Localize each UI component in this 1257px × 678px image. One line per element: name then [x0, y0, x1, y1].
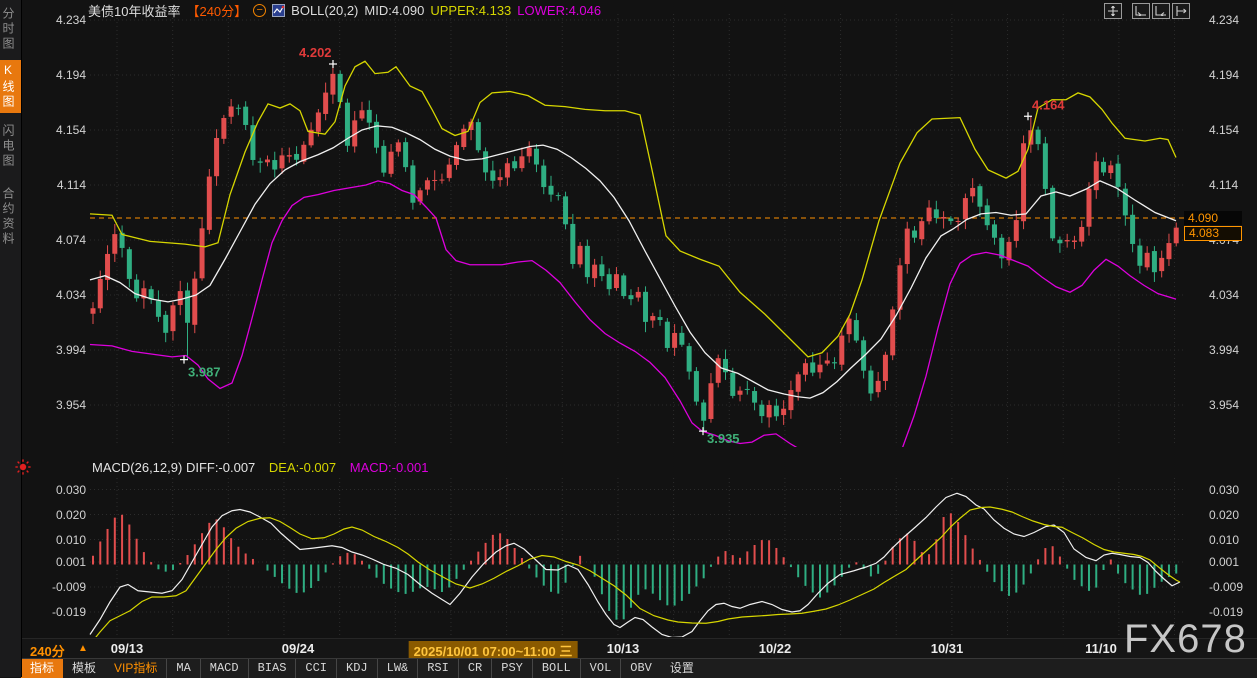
candlestick-layer — [91, 64, 1179, 431]
boll-label: BOLL(20,2) — [291, 3, 358, 18]
boll-lower-value: LOWER:4.046 — [517, 3, 601, 18]
annotation-layer: 4.202 3.987 4.164 3.935 — [180, 45, 1065, 446]
alert-icon[interactable] — [14, 458, 32, 476]
date-tick-label: 09/24 — [282, 641, 315, 656]
price-axis-label: 4.034 — [1209, 288, 1257, 302]
bollinger-upper-line — [90, 61, 1176, 357]
price-axis-label: 3.954 — [30, 398, 86, 412]
macd-axis-label: 0.020 — [1209, 508, 1257, 522]
grid-lines — [90, 14, 1184, 636]
price-axis-label: 3.994 — [1209, 343, 1257, 357]
toolbar-button-BIAS[interactable]: BIAS — [248, 659, 296, 678]
toolbar-button-BOLL[interactable]: BOLL — [532, 659, 580, 678]
price-axis-label: 4.114 — [1209, 178, 1257, 192]
toolbar-button-PSY[interactable]: PSY — [491, 659, 532, 678]
toolbar-button-MACD[interactable]: MACD — [200, 659, 248, 678]
price-axis-label: 4.114 — [30, 178, 86, 192]
toolbar-button-指标[interactable]: 指标 — [21, 659, 63, 678]
macd-axis-label: 0.020 — [30, 508, 86, 522]
macd-axis-label: 0.030 — [30, 483, 86, 497]
price-axis-label: 4.154 — [30, 123, 86, 137]
macd-axis-label: 0.010 — [30, 533, 86, 547]
macd-axis-label: 0.030 — [1209, 483, 1257, 497]
date-tick-label: 11/10 — [1085, 641, 1117, 656]
svg-text:4.202: 4.202 — [299, 45, 332, 60]
price-axis-label: 4.234 — [30, 13, 86, 27]
toolbar-button-CCI[interactable]: CCI — [295, 659, 336, 678]
svg-text:4.164: 4.164 — [1032, 97, 1065, 112]
chart-tool-icons — [1104, 3, 1190, 19]
chart-thumbnail-icon[interactable] — [272, 4, 285, 17]
axis-scale-right-icon[interactable] — [1152, 3, 1170, 19]
price-axis-label: 4.074 — [30, 233, 86, 247]
bollinger-lower-line — [90, 181, 1176, 471]
pan-right-icon[interactable] — [1172, 3, 1190, 19]
macd-macd-value: MACD:-0.001 — [350, 460, 429, 475]
period-tag[interactable]: 【240分】 — [186, 1, 247, 20]
toolbar-button-RSI[interactable]: RSI — [417, 659, 458, 678]
macd-axis-label: 0.001 — [1209, 555, 1257, 569]
price-axis-label: 4.194 — [30, 68, 86, 82]
price-axis-label: 3.994 — [30, 343, 86, 357]
toolbar-button-KDJ[interactable]: KDJ — [336, 659, 377, 678]
watermark: FX678 — [1124, 617, 1247, 662]
toolbar-button-MA[interactable]: MA — [166, 659, 199, 678]
price-line-tag: 4.090 — [1184, 211, 1242, 225]
macd-axis-label: -0.009 — [30, 580, 86, 594]
sidebar-item-2[interactable]: K线图 — [0, 60, 21, 113]
macd-axis-label: -0.019 — [30, 605, 86, 619]
bollinger-bands-layer — [90, 61, 1176, 471]
macd-axis-label: -0.009 — [1209, 580, 1257, 594]
price-axis-label: 3.954 — [1209, 398, 1257, 412]
minus-circle-icon[interactable]: − — [253, 4, 266, 17]
toolbar-button-CR[interactable]: CR — [458, 659, 491, 678]
crosshair-icon[interactable] — [1104, 3, 1122, 19]
toolbar-button-VOL[interactable]: VOL — [580, 659, 621, 678]
price-axis-label: 4.154 — [1209, 123, 1257, 137]
indicator-toolbar: 指标模板VIP指标MAMACDBIASCCIKDJLW&RSICRPSYBOLL… — [21, 658, 1257, 678]
date-tick-label: 09/13 — [111, 641, 144, 656]
sidebar-item-4[interactable]: 合约资料 — [0, 184, 21, 250]
sidebar: 分时图 K线图闪电图合约资料 — [0, 0, 22, 677]
macd-diff-value: DIFF:-0.007 — [186, 460, 255, 475]
price-macd-chart: 4.202 3.987 4.164 3.935 — [0, 0, 1257, 677]
chart-title: 美债10年收益率 — [88, 1, 180, 20]
toolbar-button-VIP指标[interactable]: VIP指标 — [105, 659, 166, 678]
date-tick-label: 10/31 — [931, 641, 964, 656]
price-axis-label: 4.194 — [1209, 68, 1257, 82]
price-axis-label: 4.234 — [1209, 13, 1257, 27]
macd-lines-layer — [90, 493, 1180, 644]
toolbar-button-LW&[interactable]: LW& — [377, 659, 418, 678]
macd-histogram-layer — [92, 513, 1177, 619]
svg-text:3.987: 3.987 — [188, 365, 221, 380]
macd-header: MACD(26,12,9) DIFF:-0.007 DEA:-0.007 MAC… — [92, 460, 429, 475]
sidebar-item-1[interactable]: 分时图 — [0, 4, 21, 55]
sidebar-item-3[interactable]: 闪电图 — [0, 121, 21, 172]
macd-params-label: MACD(26,12,9) — [92, 460, 182, 475]
toolbar-button-模板[interactable]: 模板 — [63, 659, 105, 678]
svg-text:3.935: 3.935 — [707, 431, 740, 446]
macd-axis-label: 0.001 — [30, 555, 86, 569]
chart-header: 美债10年收益率 【240分】 − BOLL(20,2) MID:4.090 U… — [88, 3, 601, 18]
macd-dea-line — [90, 507, 1180, 645]
date-tick-label: 10/22 — [759, 641, 792, 656]
macd-dea-value: DEA:-0.007 — [269, 460, 336, 475]
macd-axis-label: 0.010 — [1209, 533, 1257, 547]
toolbar-button-设置[interactable]: 设置 — [661, 659, 703, 678]
toolbar-button-OBV[interactable]: OBV — [620, 659, 661, 678]
time-axis: 240分 ▲ 09/1309/242025/10/01 07:00~11:00 … — [21, 638, 1257, 659]
date-tick-label: 10/13 — [607, 641, 640, 656]
last-price-tag: 4.083 — [1184, 226, 1242, 241]
boll-mid-value: MID:4.090 — [364, 3, 424, 18]
boll-upper-value: UPPER:4.133 — [430, 3, 511, 18]
price-axis-label: 4.034 — [30, 288, 86, 302]
timeframe-arrow-icon[interactable]: ▲ — [78, 643, 88, 654]
bollinger-mid-line — [90, 126, 1176, 398]
macd-diff-line — [90, 493, 1180, 637]
trading-app-window: 4.202 3.987 4.164 3.935 分时图 K线图闪电图合约资料 美债10年… — [0, 0, 1257, 677]
axis-scale-left-icon[interactable] — [1132, 3, 1150, 19]
